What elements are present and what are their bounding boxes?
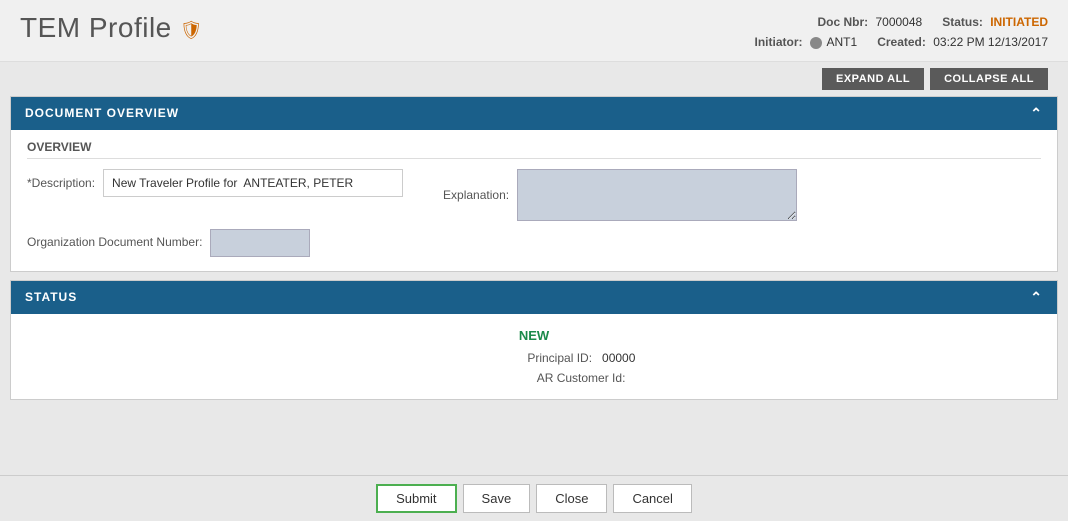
overview-subsection-label: OVERVIEW bbox=[27, 140, 1041, 159]
page-title: TEM Profile bbox=[20, 12, 172, 44]
status-meta: Status: INITIATED bbox=[942, 12, 1048, 32]
org-doc-num-input[interactable] bbox=[210, 229, 310, 257]
description-group: *Description: bbox=[27, 169, 403, 197]
org-doc-label: Organization Document Number: bbox=[27, 234, 202, 251]
status-form: Principal ID: 00000 AR Customer Id: bbox=[27, 351, 1041, 385]
created-meta: Created: 03:22 PM 12/13/2017 bbox=[877, 32, 1048, 52]
footer: Submit Save Close Cancel bbox=[0, 475, 1068, 521]
description-row: *Description: Explanation: bbox=[27, 169, 1041, 221]
principal-id-row: Principal ID: 00000 bbox=[472, 351, 635, 365]
document-overview-chevron: ⌃ bbox=[1030, 105, 1043, 122]
doc-nbr-label: Doc Nbr: 7000048 bbox=[817, 12, 922, 32]
document-overview-body: OVERVIEW *Description: Explanation: bbox=[11, 130, 1057, 271]
status-title: STATUS bbox=[25, 290, 77, 304]
submit-button[interactable]: Submit bbox=[376, 484, 456, 513]
explanation-input[interactable] bbox=[517, 169, 797, 221]
principal-id-label: Principal ID: bbox=[472, 351, 592, 365]
collapse-all-button[interactable]: COLLAPSE ALL bbox=[930, 68, 1048, 90]
toolbar: EXPAND ALL COLLAPSE ALL bbox=[0, 62, 1068, 96]
status-body: NEW Principal ID: 00000 AR Customer Id: bbox=[11, 314, 1057, 399]
status-chevron: ⌃ bbox=[1030, 289, 1043, 306]
ar-customer-row: AR Customer Id: bbox=[505, 371, 635, 385]
save-button[interactable]: Save bbox=[463, 484, 531, 513]
doc-meta-row: Doc Nbr: 7000048 Status: INITIATED bbox=[755, 12, 1049, 32]
initiator-meta: Initiator: ANT1 bbox=[755, 32, 858, 52]
shield-icon: 🛡 bbox=[180, 20, 203, 41]
cancel-button[interactable]: Cancel bbox=[613, 484, 691, 513]
person-icon bbox=[810, 37, 822, 49]
close-button[interactable]: Close bbox=[536, 484, 607, 513]
description-input[interactable] bbox=[103, 169, 403, 197]
header-meta: Doc Nbr: 7000048 Status: INITIATED Initi… bbox=[755, 12, 1049, 53]
main-content: DOCUMENT OVERVIEW ⌃ OVERVIEW *Descriptio… bbox=[0, 96, 1068, 475]
status-section: STATUS ⌃ NEW Principal ID: 00000 AR Cust… bbox=[10, 280, 1058, 400]
status-new-label: NEW bbox=[27, 328, 1041, 343]
org-doc-row: Organization Document Number: bbox=[27, 229, 1041, 257]
explanation-label: Explanation: bbox=[443, 188, 509, 202]
header-title: TEM Profile 🛡 bbox=[20, 12, 203, 44]
org-doc-group: Organization Document Number: bbox=[27, 229, 310, 257]
page-wrapper: TEM Profile 🛡 Doc Nbr: 7000048 Status: I… bbox=[0, 0, 1068, 521]
initiator-meta-row: Initiator: ANT1 Created: 03:22 PM 12/13/… bbox=[755, 32, 1049, 52]
status-header[interactable]: STATUS ⌃ bbox=[11, 281, 1057, 314]
document-overview-header[interactable]: DOCUMENT OVERVIEW ⌃ bbox=[11, 97, 1057, 130]
header: TEM Profile 🛡 Doc Nbr: 7000048 Status: I… bbox=[0, 0, 1068, 62]
document-overview-section: DOCUMENT OVERVIEW ⌃ OVERVIEW *Descriptio… bbox=[10, 96, 1058, 272]
ar-customer-label: AR Customer Id: bbox=[505, 371, 625, 385]
principal-id-value: 00000 bbox=[602, 351, 635, 365]
explanation-group: Explanation: bbox=[443, 169, 797, 221]
document-overview-title: DOCUMENT OVERVIEW bbox=[25, 106, 179, 120]
description-label: *Description: bbox=[27, 176, 95, 190]
expand-all-button[interactable]: EXPAND ALL bbox=[822, 68, 924, 90]
